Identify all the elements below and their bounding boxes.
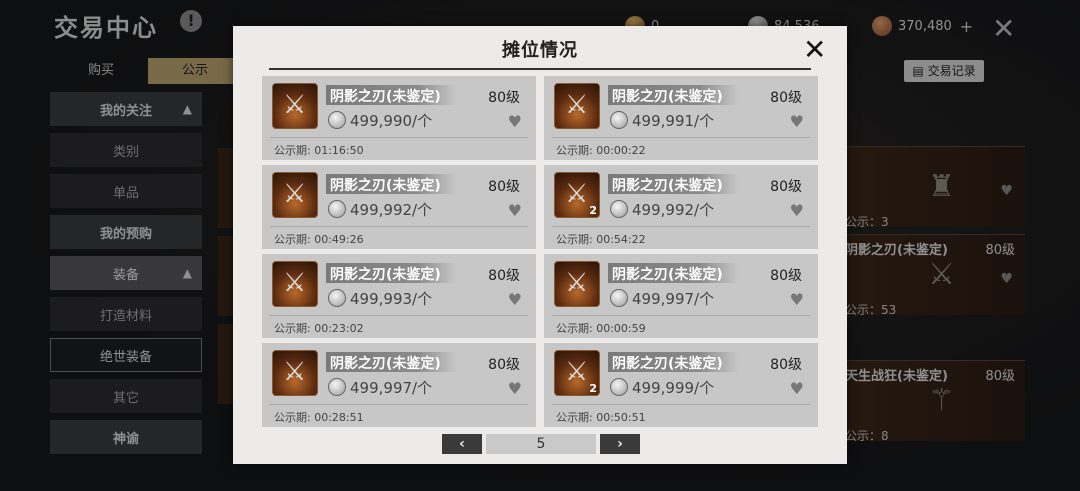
item-name: 阴影之刃(未鉴定)	[612, 356, 723, 372]
silver-coin-icon	[610, 378, 628, 396]
silver-coin-icon	[610, 111, 628, 129]
item-icon: ⚔	[554, 83, 600, 129]
item-icon: ⚔ 2	[554, 172, 600, 218]
heart-icon[interactable]: ♥	[790, 290, 804, 309]
item-icon: ⚔	[554, 261, 600, 307]
blade-icon: ⚔	[565, 90, 589, 120]
card-divider	[270, 137, 528, 138]
public-period: 公示期: 00:00:59	[556, 322, 646, 335]
item-price: 499,992/个	[350, 201, 433, 219]
item-icon: ⚔ 2	[554, 350, 600, 396]
heart-icon[interactable]: ♥	[508, 112, 522, 131]
title-divider	[269, 68, 811, 70]
public-period: 公示期: 00:50:51	[556, 411, 646, 424]
item-icon: ⚔	[272, 83, 318, 129]
silver-coin-icon	[328, 200, 346, 218]
stall-status-dialog: 摊位情况 ✕ ⚔ 阴影之刃(未鉴定) 80级 499,990/个 ♥ 公示期: …	[233, 26, 847, 464]
listing-card[interactable]: ⚔ 阴影之刃(未鉴定) 80级 499,990/个 ♥ 公示期: 01:16:5…	[262, 76, 536, 160]
item-level: 80级	[770, 179, 802, 195]
card-divider	[552, 404, 810, 405]
blade-icon: ⚔	[283, 357, 307, 387]
next-page-button[interactable]: ›	[600, 434, 640, 454]
public-period: 公示期: 01:16:50	[274, 144, 364, 157]
public-period: 公示期: 00:28:51	[274, 411, 364, 424]
public-period: 公示期: 00:54:22	[556, 233, 646, 246]
card-divider	[552, 137, 810, 138]
card-divider	[270, 226, 528, 227]
listing-card[interactable]: ⚔ 阴影之刃(未鉴定) 80级 499,992/个 ♥ 公示期: 00:49:2…	[262, 165, 536, 249]
item-icon: ⚔	[272, 350, 318, 396]
dialog-title: 摊位情况	[502, 40, 578, 61]
item-price: 499,992/个	[632, 201, 715, 219]
item-level: 80级	[770, 268, 802, 284]
card-divider	[270, 315, 528, 316]
stack-count: 2	[589, 204, 597, 217]
item-price: 499,993/个	[350, 290, 433, 308]
silver-coin-icon	[328, 289, 346, 307]
item-name: 阴影之刃(未鉴定)	[612, 89, 723, 105]
public-period: 公示期: 00:49:26	[274, 233, 364, 246]
pagination: ‹ 5 ›	[442, 434, 640, 454]
item-price: 499,990/个	[350, 112, 433, 130]
item-name: 阴影之刃(未鉴定)	[330, 89, 441, 105]
heart-icon[interactable]: ♥	[790, 379, 804, 398]
item-level: 80级	[488, 357, 520, 373]
listing-card[interactable]: ⚔ 阴影之刃(未鉴定) 80级 499,997/个 ♥ 公示期: 00:00:5…	[544, 254, 818, 338]
item-price: 499,991/个	[632, 112, 715, 130]
item-name: 阴影之刃(未鉴定)	[330, 178, 441, 194]
close-dialog-button[interactable]: ✕	[803, 36, 826, 64]
heart-icon[interactable]: ♥	[508, 201, 522, 220]
item-icon: ⚔	[272, 261, 318, 307]
item-level: 80级	[770, 357, 802, 373]
card-divider	[552, 315, 810, 316]
item-icon: ⚔	[272, 172, 318, 218]
silver-coin-icon	[328, 378, 346, 396]
item-name: 阴影之刃(未鉴定)	[612, 178, 723, 194]
blade-icon: ⚔	[565, 179, 589, 209]
item-name: 阴影之刃(未鉴定)	[330, 356, 441, 372]
item-price: 499,999/个	[632, 379, 715, 397]
blade-icon: ⚔	[283, 268, 307, 298]
heart-icon[interactable]: ♥	[508, 290, 522, 309]
public-period: 公示期: 00:23:02	[274, 322, 364, 335]
silver-coin-icon	[610, 200, 628, 218]
item-level: 80级	[488, 90, 520, 106]
listing-card[interactable]: ⚔ 2 阴影之刃(未鉴定) 80级 499,992/个 ♥ 公示期: 00:54:…	[544, 165, 818, 249]
listing-card[interactable]: ⚔ 阴影之刃(未鉴定) 80级 499,997/个 ♥ 公示期: 00:28:5…	[262, 343, 536, 427]
item-price: 499,997/个	[632, 290, 715, 308]
item-level: 80级	[488, 179, 520, 195]
item-name: 阴影之刃(未鉴定)	[330, 267, 441, 283]
prev-page-button[interactable]: ‹	[442, 434, 482, 454]
listing-card[interactable]: ⚔ 阴影之刃(未鉴定) 80级 499,993/个 ♥ 公示期: 00:23:0…	[262, 254, 536, 338]
item-level: 80级	[770, 90, 802, 106]
stack-count: 2	[589, 382, 597, 395]
page-number: 5	[486, 434, 596, 454]
public-period: 公示期: 00:00:22	[556, 144, 646, 157]
blade-icon: ⚔	[283, 179, 307, 209]
item-level: 80级	[488, 268, 520, 284]
listing-card[interactable]: ⚔ 2 阴影之刃(未鉴定) 80级 499,999/个 ♥ 公示期: 00:50:…	[544, 343, 818, 427]
blade-icon: ⚔	[565, 268, 589, 298]
listing-card[interactable]: ⚔ 阴影之刃(未鉴定) 80级 499,991/个 ♥ 公示期: 00:00:2…	[544, 76, 818, 160]
silver-coin-icon	[328, 111, 346, 129]
heart-icon[interactable]: ♥	[508, 379, 522, 398]
item-name: 阴影之刃(未鉴定)	[612, 267, 723, 283]
silver-coin-icon	[610, 289, 628, 307]
card-divider	[270, 404, 528, 405]
blade-icon: ⚔	[283, 90, 307, 120]
item-price: 499,997/个	[350, 379, 433, 397]
heart-icon[interactable]: ♥	[790, 112, 804, 131]
blade-icon: ⚔	[565, 357, 589, 387]
heart-icon[interactable]: ♥	[790, 201, 804, 220]
card-divider	[552, 226, 810, 227]
